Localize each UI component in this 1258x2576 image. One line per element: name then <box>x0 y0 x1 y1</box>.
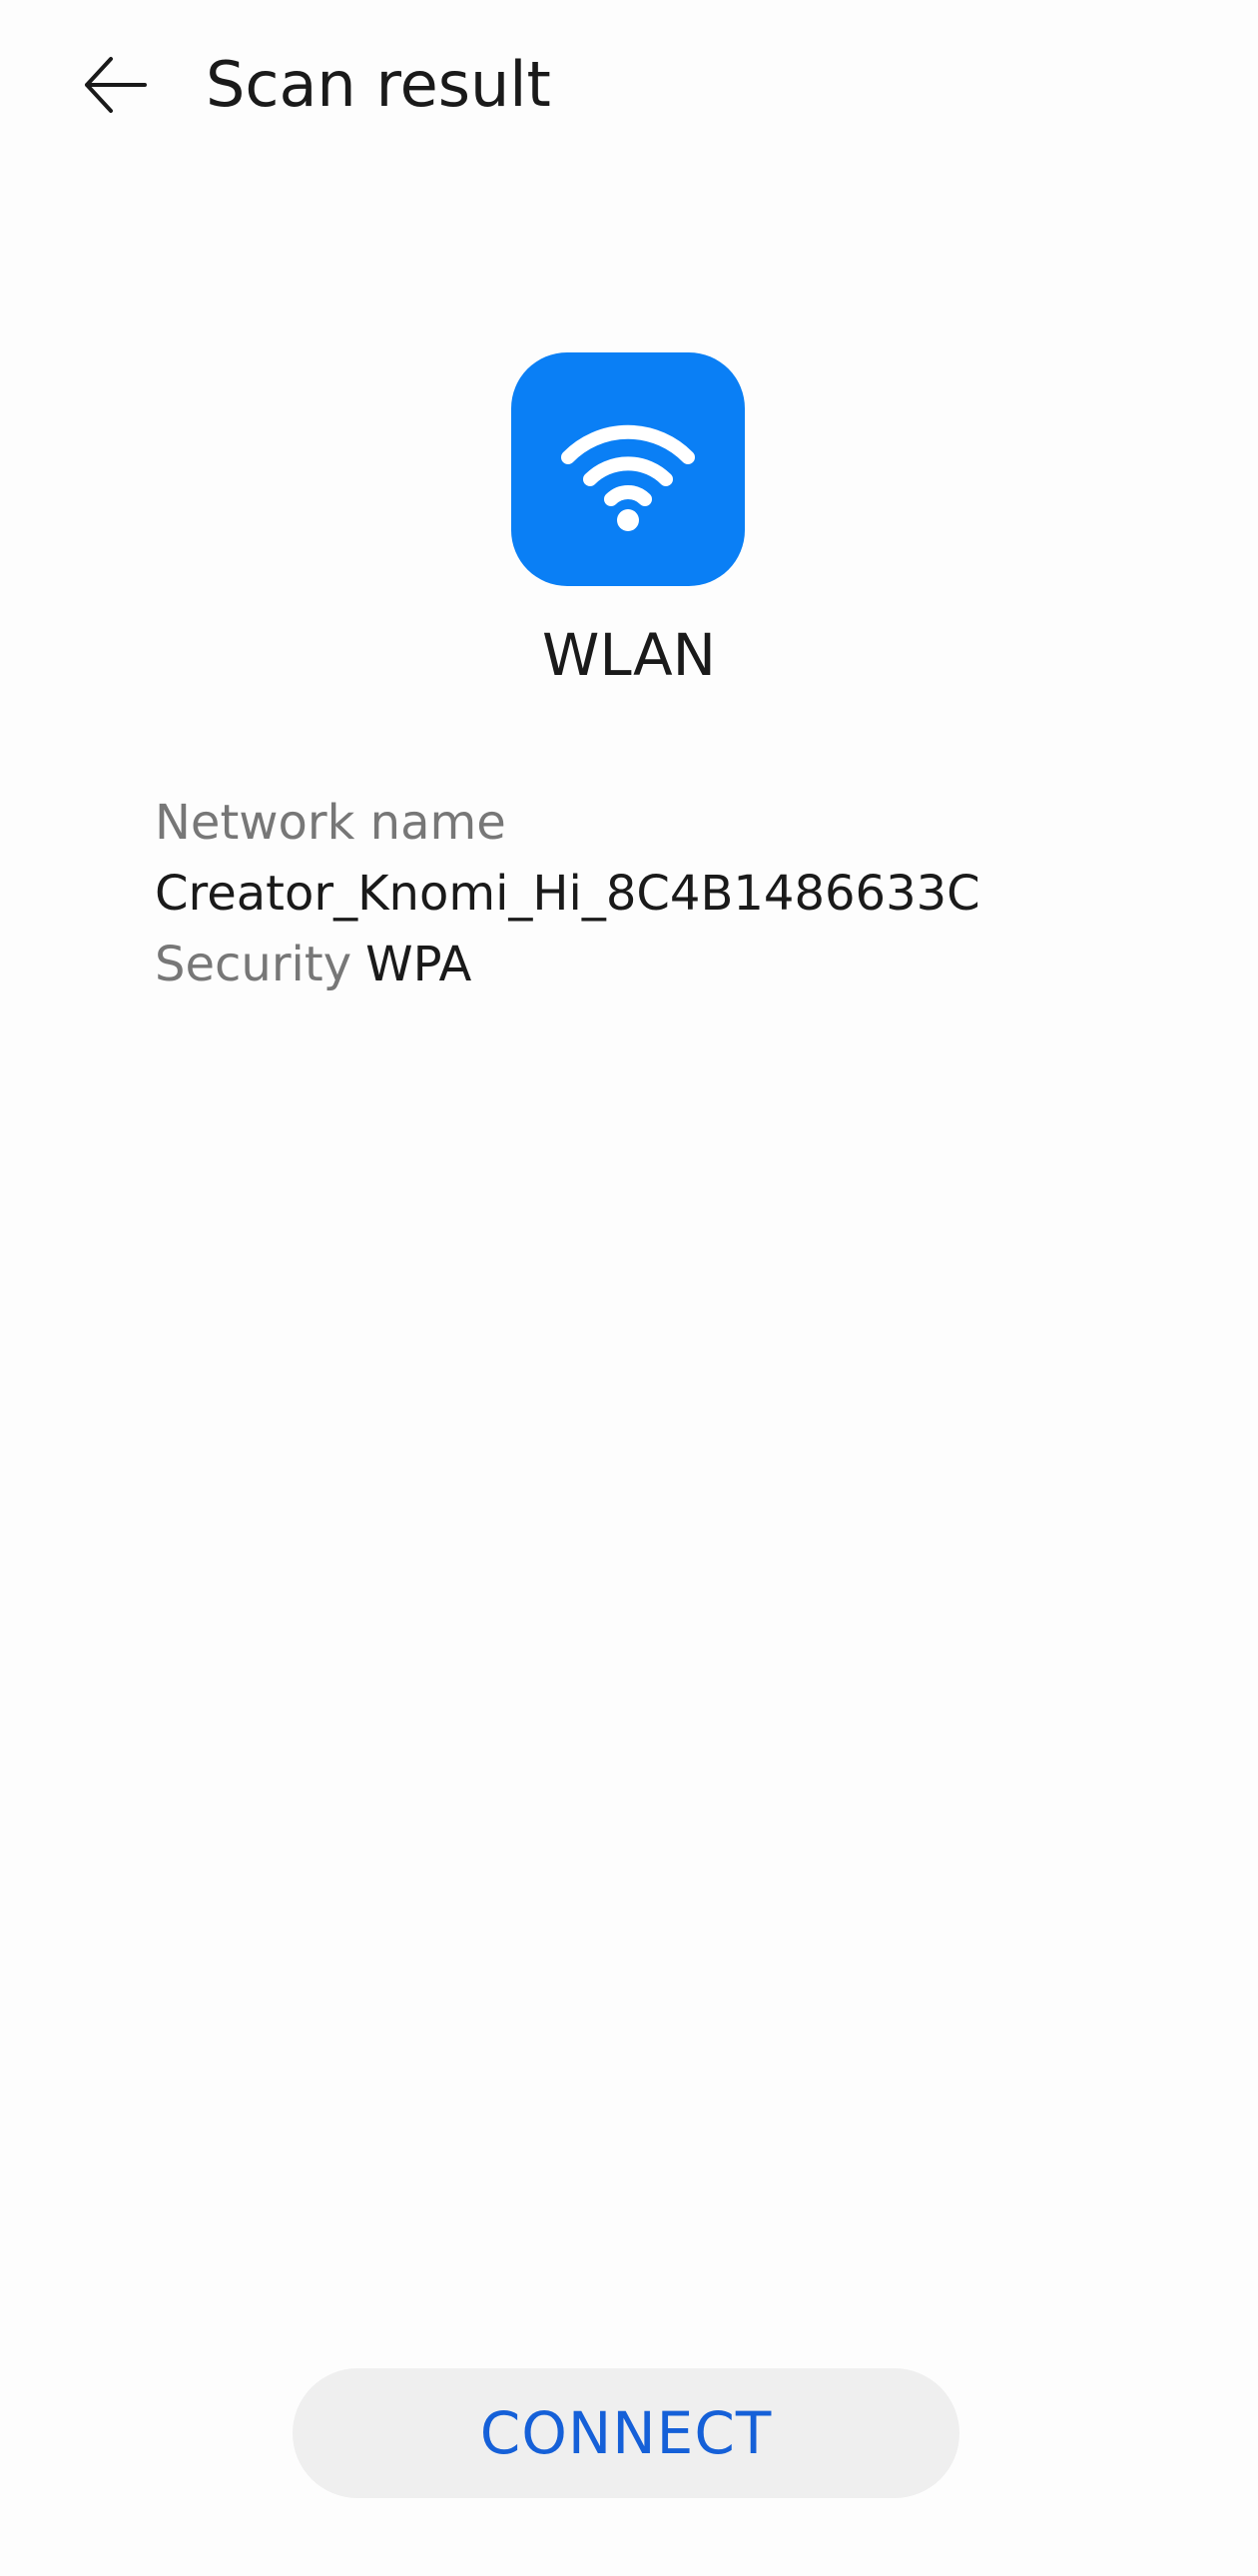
back-button[interactable] <box>60 30 170 140</box>
network-name-value: Creator_Knomi_Hi_8C4B1486633C <box>155 866 980 922</box>
connect-button[interactable]: CONNECT <box>293 2368 959 2498</box>
wlan-app-icon <box>511 352 745 586</box>
arrow-left-icon <box>85 57 147 113</box>
wifi-icon <box>561 424 695 531</box>
result-type-label: WLAN <box>541 621 717 689</box>
network-name-label: Network name <box>155 795 506 851</box>
security-label: Security <box>155 937 352 992</box>
security-value: WPA <box>365 937 472 992</box>
network-info: Network name Creator_Knomi_Hi_8C4B148663… <box>155 789 1203 998</box>
header-bar: Scan result <box>0 0 1258 170</box>
security-row: Security WPA <box>155 931 1203 998</box>
page-title: Scan result <box>206 48 551 121</box>
